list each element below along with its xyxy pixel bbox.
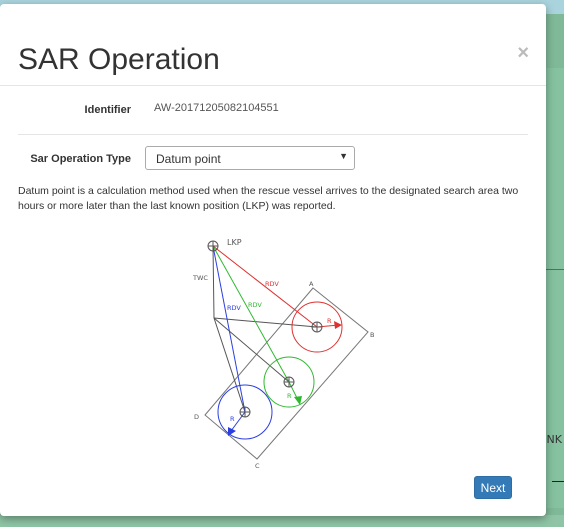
datum-marker-green-icon (283, 376, 295, 388)
label-r-blue: R (230, 415, 235, 423)
method-description: Datum point is a calculation method used… (18, 185, 519, 212)
arrow-red-icon (334, 321, 342, 329)
chevron-down-icon: ▼ (339, 151, 348, 161)
identifier-row: Identifier AW-20171205082104551 (18, 86, 528, 135)
next-button[interactable]: Next (474, 476, 512, 499)
datum-marker-red-icon (311, 321, 323, 333)
label-b: B (370, 331, 374, 339)
drift-line-green-gray (213, 317, 290, 383)
drift-line-red-gray (213, 317, 318, 328)
label-a: A (309, 280, 314, 288)
close-icon[interactable]: × (517, 43, 529, 63)
label-c: C (255, 462, 260, 470)
sar-operation-modal: SAR Operation × Identifier AW-2017120508… (0, 4, 546, 516)
map-land-bottom (0, 515, 564, 527)
map-label: NK (546, 433, 562, 446)
lkp-marker-icon (207, 240, 219, 252)
identifier-value: AW-20171205082104551 (154, 102, 279, 114)
map-black-line (552, 481, 564, 482)
label-rdv-blue: RDV (227, 304, 241, 312)
operation-type-select[interactable]: Datum point ▼ (145, 146, 355, 170)
label-d: D (194, 413, 199, 421)
label-r-red: R (327, 317, 332, 325)
label-lkp: LKP (227, 238, 242, 247)
twc-line (212, 245, 215, 319)
arrow-blue-icon (228, 427, 236, 436)
modal-header: SAR Operation × (0, 4, 546, 86)
datum-point-diagram: LKP TWC RDV RDV RDV R R R A B C D (192, 238, 374, 470)
operation-type-row: Sar Operation Type Datum point ▼ (18, 144, 528, 174)
label-rdv-red: RDV (265, 280, 279, 288)
identifier-label: Identifier (84, 104, 131, 116)
operation-type-selected: Datum point (156, 152, 221, 166)
modal-title: SAR Operation (18, 43, 220, 76)
label-twc: TWC (192, 274, 208, 282)
label-r-green: R (287, 392, 292, 400)
operation-type-label: Sar Operation Type (30, 153, 131, 165)
datum-marker-blue-icon (239, 406, 251, 418)
map-red-line (546, 269, 564, 270)
label-rdv-green: RDV (248, 301, 262, 309)
